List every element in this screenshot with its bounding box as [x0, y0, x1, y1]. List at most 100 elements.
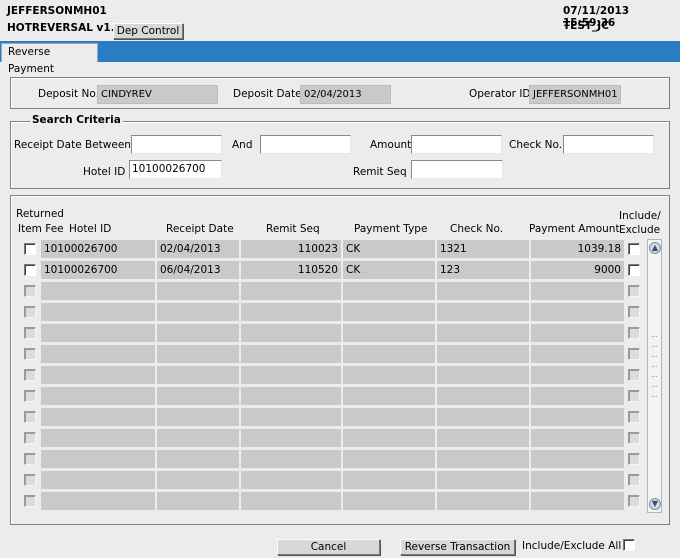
- scroll-grip[interactable]: [652, 336, 657, 338]
- cell-hotel-id: [41, 492, 155, 510]
- cell-payment-type: [343, 345, 435, 363]
- include-exclude-checkbox: [628, 285, 640, 297]
- cell-hotel-id: [41, 324, 155, 342]
- cell-remit-seq: [241, 450, 341, 468]
- results-scrollbar[interactable]: ▲ ▼: [647, 239, 662, 513]
- deposit-no-label: Deposit No.: [38, 88, 99, 100]
- cell-check-no: [437, 324, 529, 342]
- cell-payment-amount: [531, 450, 624, 468]
- cell-remit-seq: [241, 282, 341, 300]
- operator-id-field: JEFFERSONMH01: [529, 85, 621, 104]
- col-payment-type: Payment Type: [354, 223, 428, 235]
- user-id: JEFFERSONMH01: [7, 5, 107, 17]
- cell-check-no: [437, 471, 529, 489]
- col-returned-item-fee-line1: Returned: [16, 208, 64, 220]
- returned-item-fee-checkbox: [24, 348, 36, 360]
- cell-payment-amount: [531, 471, 624, 489]
- returned-item-fee-checkbox[interactable]: [24, 264, 36, 276]
- cell-hotel-id: 10100026700: [41, 240, 155, 258]
- reverse-transaction-button[interactable]: Reverse Transaction: [400, 539, 515, 555]
- scroll-grip[interactable]: [652, 356, 657, 358]
- cell-hotel-id: [41, 345, 155, 363]
- cell-remit-seq: [241, 492, 341, 510]
- returned-item-fee-checkbox: [24, 432, 36, 444]
- cell-check-no: [437, 387, 529, 405]
- cell-payment-type: [343, 408, 435, 426]
- scroll-down-icon[interactable]: ▼: [649, 498, 661, 510]
- cell-remit-seq: 110520: [241, 261, 341, 279]
- cell-payment-amount: [531, 492, 624, 510]
- remit-seq-input[interactable]: [411, 160, 503, 179]
- returned-item-fee-checkbox: [24, 369, 36, 381]
- cell-hotel-id: [41, 408, 155, 426]
- operator-id-label: Operator ID: [469, 88, 531, 100]
- remit-seq-label: Remit Seq: [353, 166, 407, 178]
- cell-hotel-id: [41, 471, 155, 489]
- hotel-id-label: Hotel ID: [83, 166, 126, 178]
- environment-name: TEST_JC: [563, 20, 609, 32]
- include-exclude-checkbox: [628, 369, 640, 381]
- cell-payment-amount: 1039.18: [531, 240, 624, 258]
- cell-receipt-date: [157, 408, 239, 426]
- cell-receipt-date: 06/04/2013: [157, 261, 239, 279]
- include-exclude-all-checkbox[interactable]: [623, 539, 635, 551]
- scroll-grip[interactable]: [652, 396, 657, 398]
- cell-check-no: 123: [437, 261, 529, 279]
- dep-control-button[interactable]: Dep Control: [113, 23, 183, 39]
- cell-remit-seq: [241, 408, 341, 426]
- include-exclude-checkbox: [628, 390, 640, 402]
- include-exclude-checkbox[interactable]: [628, 243, 640, 255]
- cell-receipt-date: 02/04/2013: [157, 240, 239, 258]
- cell-receipt-date: [157, 303, 239, 321]
- scroll-grip[interactable]: [652, 346, 657, 348]
- scroll-grip[interactable]: [652, 376, 657, 378]
- check-no-input[interactable]: [563, 135, 654, 154]
- cell-payment-amount: [531, 282, 624, 300]
- col-receipt-date: Receipt Date: [166, 223, 234, 235]
- col-returned-item-fee-line2: Item Fee: [18, 223, 64, 235]
- cell-payment-type: [343, 429, 435, 447]
- include-exclude-checkbox[interactable]: [628, 264, 640, 276]
- cell-check-no: [437, 282, 529, 300]
- include-exclude-checkbox: [628, 348, 640, 360]
- cell-remit-seq: [241, 429, 341, 447]
- cell-payment-type: [343, 282, 435, 300]
- include-exclude-checkbox: [628, 432, 640, 444]
- cell-receipt-date: [157, 366, 239, 384]
- cell-payment-type: [343, 450, 435, 468]
- cell-hotel-id: [41, 387, 155, 405]
- col-payment-amount: Payment Amount: [529, 223, 620, 235]
- cell-payment-amount: 9000: [531, 261, 624, 279]
- receipt-date-to-input[interactable]: [260, 135, 351, 154]
- cell-receipt-date: [157, 450, 239, 468]
- cell-receipt-date: [157, 387, 239, 405]
- cell-payment-type: [343, 387, 435, 405]
- returned-item-fee-checkbox: [24, 306, 36, 318]
- hotel-id-input[interactable]: 10100026700: [129, 160, 222, 179]
- scroll-grip[interactable]: [652, 366, 657, 368]
- search-criteria-legend: Search Criteria: [30, 114, 123, 126]
- check-no-label: Check No.: [509, 139, 563, 151]
- cell-check-no: [437, 366, 529, 384]
- col-hotel-id: Hotel ID: [69, 223, 112, 235]
- deposit-date-field: 02/04/2013: [300, 85, 391, 104]
- receipt-date-from-input[interactable]: [131, 135, 222, 154]
- cell-remit-seq: [241, 345, 341, 363]
- tab-bar: [0, 41, 680, 62]
- cell-receipt-date: [157, 429, 239, 447]
- cell-receipt-date: [157, 471, 239, 489]
- returned-item-fee-checkbox: [24, 390, 36, 402]
- cell-check-no: [437, 303, 529, 321]
- tab-reverse-payment[interactable]: Reverse Payment: [1, 43, 98, 75]
- scroll-up-icon[interactable]: ▲: [649, 242, 661, 254]
- returned-item-fee-checkbox[interactable]: [24, 243, 36, 255]
- col-include-exclude-line2: Exclude: [619, 224, 661, 236]
- cell-payment-type: [343, 324, 435, 342]
- scroll-grip[interactable]: [652, 386, 657, 388]
- cell-remit-seq: [241, 387, 341, 405]
- amount-input[interactable]: [411, 135, 502, 154]
- cell-remit-seq: [241, 303, 341, 321]
- amount-label: Amount: [370, 139, 412, 151]
- cancel-button[interactable]: Cancel: [277, 539, 380, 555]
- cell-remit-seq: 110023: [241, 240, 341, 258]
